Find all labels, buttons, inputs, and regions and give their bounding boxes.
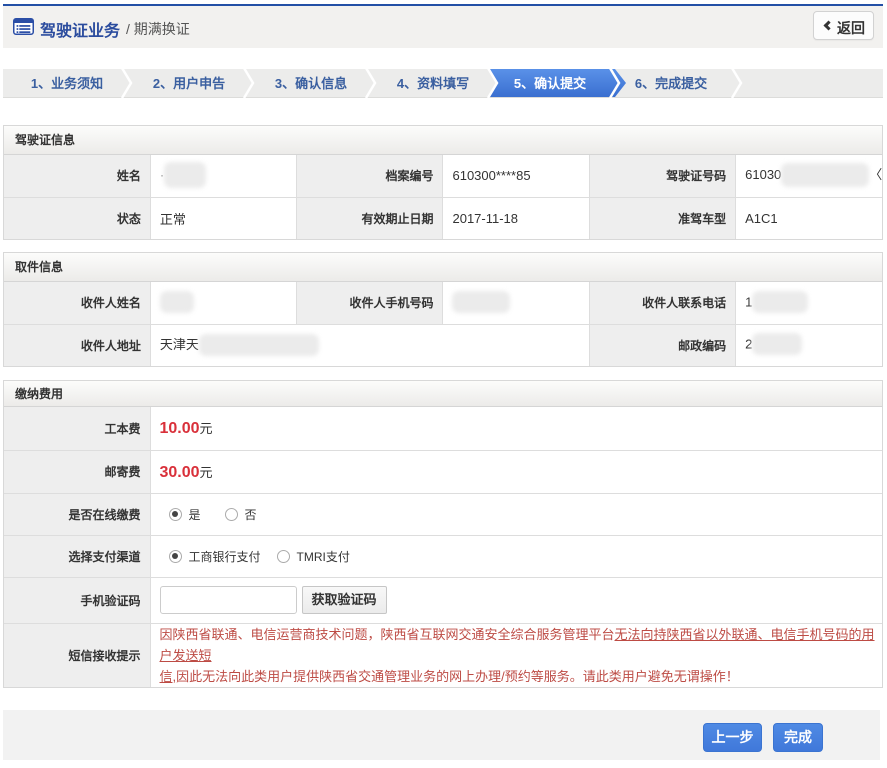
svg-text:2、用户申告: 2、用户申告 — [153, 76, 225, 91]
svg-text:1、业务须知: 1、业务须知 — [31, 76, 103, 91]
svg-text:3、确认信息: 3、确认信息 — [275, 76, 347, 91]
svg-text:4、资料填写: 4、资料填写 — [397, 76, 469, 91]
svg-text:6、完成提交: 6、完成提交 — [635, 76, 707, 91]
svg-text:5、确认提交: 5、确认提交 — [514, 76, 586, 91]
